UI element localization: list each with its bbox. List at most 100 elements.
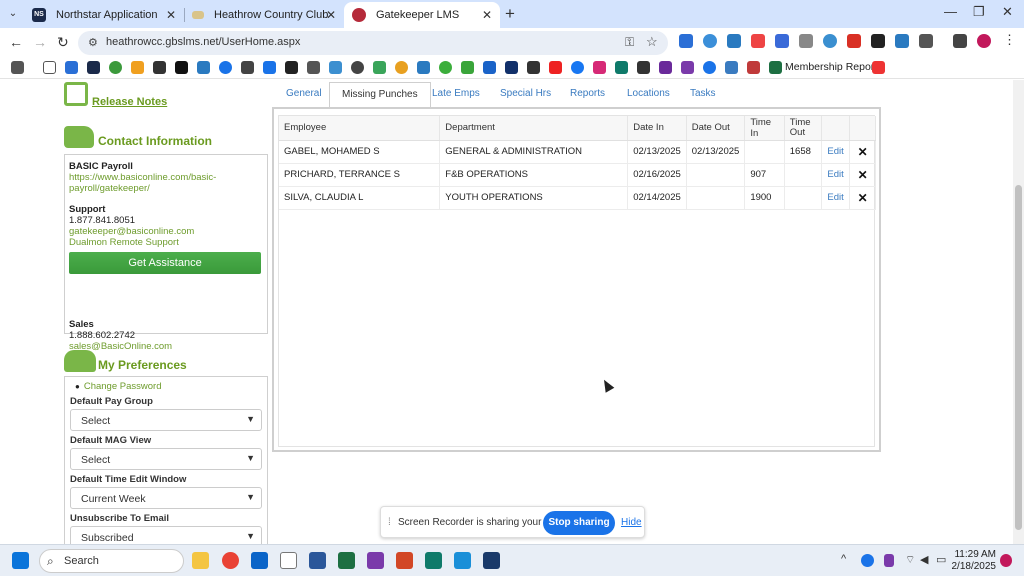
pay-group-select[interactable]: Select ▼ [70, 409, 262, 431]
restore-icon[interactable]: ❐ [973, 4, 985, 20]
windows-start-icon[interactable] [12, 552, 29, 569]
bookmark-star-icon[interactable]: ☆ [646, 34, 658, 50]
share-icon[interactable] [823, 34, 837, 48]
tab-missing-punches[interactable]: Missing Punches [329, 82, 431, 109]
bookmark-icon[interactable] [351, 61, 364, 74]
document-icon[interactable] [280, 552, 297, 569]
capture-icon[interactable] [895, 34, 909, 48]
tab-reports[interactable]: Reports [570, 88, 605, 99]
delete-icon[interactable]: ✕ [849, 186, 876, 210]
bookmark-icon[interactable] [87, 61, 100, 74]
profile-avatar-icon[interactable] [977, 34, 991, 48]
bookmark-icon[interactable] [65, 61, 78, 74]
basic-payroll-link[interactable]: https://www.basiconline.com/basic-payrol… [69, 172, 263, 194]
bookmark-icon[interactable] [615, 61, 628, 74]
powerpoint-icon[interactable] [396, 552, 413, 569]
bookmark-icon[interactable] [197, 61, 210, 74]
delete-icon[interactable]: ✕ [849, 140, 876, 164]
close-tab-icon[interactable]: ✕ [166, 8, 176, 22]
bookmark-icon[interactable] [747, 61, 760, 74]
tab-general[interactable]: General [286, 88, 322, 99]
browser-tab-northstar[interactable]: NS Northstar Application ✕ [24, 2, 184, 28]
tab-locations[interactable]: Locations [627, 88, 670, 99]
bookmark-icon[interactable] [417, 61, 430, 74]
app-icon[interactable] [367, 552, 384, 569]
instagram-icon[interactable] [593, 61, 606, 74]
extension-dark-icon[interactable] [871, 34, 885, 48]
minimize-icon[interactable]: — [944, 4, 957, 19]
excel-icon[interactable] [769, 61, 782, 74]
taskbar-clock[interactable]: 11:29 AM 2/18/2025 [950, 549, 997, 573]
tab-tasks[interactable]: Tasks [690, 88, 716, 99]
forward-icon[interactable]: → [33, 34, 47, 50]
bookmark-icon[interactable] [285, 61, 298, 74]
site-info-icon[interactable]: ⚙ [88, 36, 98, 49]
bookmark-icon[interactable] [872, 61, 885, 74]
col-time-in[interactable]: Time In [744, 116, 785, 141]
new-tab-icon[interactable]: + [505, 4, 515, 24]
password-key-icon[interactable]: ⚿ [625, 35, 634, 50]
extension-screen-icon[interactable] [775, 34, 789, 48]
delete-icon[interactable]: ✕ [849, 163, 876, 187]
mag-view-select[interactable]: Select ▼ [70, 448, 262, 470]
wifi-icon[interactable]: ⌔ [905, 553, 915, 567]
close-tab-icon[interactable]: ✕ [482, 8, 492, 22]
tab-list-icon[interactable]: ⌄ [4, 5, 22, 23]
bookmark-icon[interactable] [659, 61, 672, 74]
amazon-icon[interactable] [175, 61, 188, 74]
edit-link[interactable]: Edit [821, 163, 851, 187]
extension-sync-icon[interactable] [703, 34, 717, 48]
edit-link[interactable]: Edit [821, 186, 851, 210]
notepad-icon[interactable] [454, 552, 471, 569]
browser-tab-gatekeeper[interactable]: Gatekeeper LMS ✕ [344, 2, 500, 28]
extension-grid-icon[interactable] [727, 34, 741, 48]
bookmark-icon[interactable] [109, 61, 122, 74]
excel-icon[interactable] [338, 552, 355, 569]
menu-kebab-icon[interactable]: ⋮ [1003, 32, 1017, 47]
tab-special-hrs[interactable]: Special Hrs [500, 88, 551, 99]
col-department[interactable]: Department [439, 116, 629, 141]
bookmark-icon[interactable] [681, 61, 694, 74]
extension-camera-icon[interactable] [799, 34, 813, 48]
get-assistance-button[interactable]: Get Assistance [69, 252, 261, 274]
close-tab-icon[interactable]: ✕ [326, 8, 336, 22]
unsubscribe-email-select[interactable]: Subscribed ▼ [70, 526, 262, 544]
edit-link[interactable]: Edit [821, 140, 851, 164]
bookmark-icon[interactable] [263, 61, 276, 74]
extension-download-icon[interactable] [679, 34, 693, 48]
hide-link[interactable]: Hide [621, 517, 642, 528]
folder-icon[interactable] [43, 61, 56, 74]
time-edit-window-select[interactable]: Current Week ▼ [70, 487, 262, 509]
page-scrollbar[interactable] [1013, 80, 1024, 544]
bookmark-icon[interactable] [439, 61, 452, 74]
col-time-out[interactable]: Time Out [784, 116, 823, 141]
address-bar[interactable]: ⚙ heathrowcc.gbslms.net/UserHome.aspx ⚿ … [78, 31, 668, 55]
bookmark-icon[interactable] [373, 61, 386, 74]
bookmark-icon[interactable] [483, 61, 496, 74]
taskbar-search[interactable]: ⌕ Search [39, 549, 184, 573]
battery-icon[interactable]: ▭ [936, 553, 946, 566]
browser-tab-heathrow[interactable]: Heathrow Country Club ✕ [184, 2, 344, 28]
downloads-icon[interactable] [953, 34, 967, 48]
window-close-icon[interactable]: ✕ [1002, 4, 1013, 20]
outlook-icon[interactable] [251, 552, 268, 569]
bookmark-icon[interactable] [241, 61, 254, 74]
bookmark-icon[interactable] [153, 61, 166, 74]
microphone-icon[interactable] [884, 554, 894, 567]
bookmark-icon[interactable] [131, 61, 144, 74]
volume-icon[interactable]: ◀ [920, 553, 928, 566]
col-date-out[interactable]: Date Out [686, 116, 746, 141]
scrollbar-thumb[interactable] [1015, 185, 1022, 530]
reload-icon[interactable]: ↻ [57, 34, 69, 51]
bookmark-icon[interactable] [329, 61, 342, 74]
drag-handle-icon[interactable]: ⁞ [388, 517, 391, 528]
extensions-puzzle-icon[interactable] [919, 34, 933, 48]
apps-grid-icon[interactable] [11, 61, 24, 74]
bookmark-membership-report[interactable]: Membership Report... [785, 61, 886, 73]
url-text[interactable]: heathrowcc.gbslms.net/UserHome.aspx [106, 36, 300, 48]
bookmark-icon[interactable] [637, 61, 650, 74]
support-email-link[interactable]: gatekeeper@basiconline.com [69, 226, 263, 237]
bookmark-icon[interactable] [527, 61, 540, 74]
tab-late-emps[interactable]: Late Emps [432, 88, 480, 99]
chevron-up-icon[interactable]: ^ [841, 553, 846, 565]
